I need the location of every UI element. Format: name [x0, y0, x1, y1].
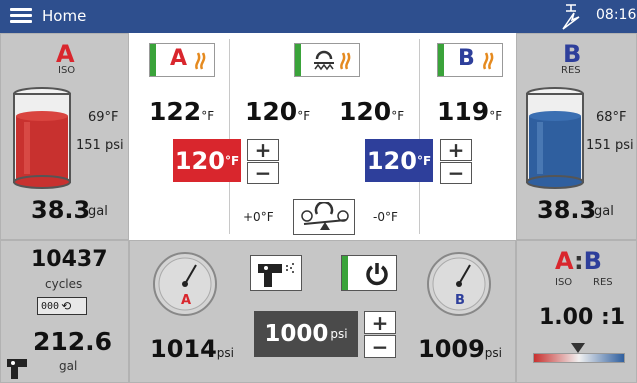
power-icon: [366, 263, 388, 286]
heater-a-status: [150, 44, 156, 76]
hose-icon: [314, 50, 334, 71]
pressure-b-readout: 1009psi: [418, 335, 502, 363]
tank-a-icon: [13, 87, 71, 189]
tank-b-panel[interactable]: B RES 68°F 151 psi 38.3 gal: [516, 33, 637, 240]
iso-label: ISO: [555, 277, 573, 288]
tank-b-volume-unit: gal: [594, 204, 614, 219]
heater-b-status: [438, 44, 444, 76]
menu-icon[interactable]: [10, 8, 32, 24]
divider: [419, 39, 420, 234]
temp-b-actual: 119°F: [437, 97, 503, 126]
spray-gun-icon: [258, 263, 294, 287]
gauge-a-letter: A: [181, 293, 192, 308]
heat-icon: [195, 52, 206, 70]
power-status: [342, 256, 348, 290]
setpoint-a[interactable]: 120 °F: [173, 139, 241, 182]
total-gallons: 212.6: [33, 327, 113, 356]
tank-a-panel[interactable]: A ISO 69°F 151 psi 38.3 gal: [0, 33, 129, 240]
heat-icon: [483, 52, 494, 70]
page-title: Home: [42, 7, 87, 25]
heater-b-letter: B: [458, 46, 475, 71]
res-label: RES: [593, 277, 613, 288]
tank-a-volume-unit: gal: [88, 204, 108, 219]
reset-icon: ⟲: [61, 299, 72, 313]
temp-hose-a-actual: 120°F: [245, 97, 311, 126]
setpoint-b-plus-button[interactable]: +: [440, 138, 472, 162]
setpoint-a-minus-button[interactable]: −: [247, 161, 279, 185]
heater-a-button[interactable]: A: [149, 43, 215, 77]
offset-a: +0°F: [243, 210, 274, 224]
temp-a-actual: 122°F: [149, 97, 215, 126]
hose-heat-button[interactable]: [294, 43, 360, 77]
ratio-bar: [533, 353, 625, 363]
setpoint-b[interactable]: 120 °F: [365, 139, 433, 182]
tank-a-temp: 69°F: [88, 110, 119, 125]
divider: [229, 39, 230, 234]
heat-icon: [340, 52, 351, 70]
reset-counter-button[interactable]: 000 ⟲: [37, 297, 87, 315]
network-icon[interactable]: [560, 3, 582, 31]
pressure-minus-button[interactable]: −: [364, 335, 396, 359]
pressure-panel: A B 1014psi 1009psi 1000 psi + −: [129, 240, 516, 383]
gallons-label: gal: [59, 359, 78, 373]
tank-b-pressure: 151 psi: [586, 138, 634, 153]
tank-a-volume: 38.3: [31, 196, 91, 224]
heater-a-letter: A: [170, 46, 188, 71]
heater-panel: A B 122°F 120°F 120°F 119°F 120 °F + − 1…: [129, 33, 516, 240]
setpoint-b-minus-button[interactable]: −: [440, 161, 472, 185]
gauge-b-letter: B: [455, 293, 465, 308]
ratio-letters: A:B: [555, 247, 602, 275]
tank-b-temp: 68°F: [596, 110, 627, 125]
tank-b-volume: 38.3: [537, 196, 597, 224]
temp-balance-button[interactable]: [293, 199, 355, 235]
res-letter: B: [563, 40, 582, 68]
balance-icon: [301, 202, 349, 230]
offset-b: -0°F: [373, 210, 398, 224]
gun-mode-button[interactable]: [250, 255, 302, 291]
heater-b-button[interactable]: B: [437, 43, 503, 77]
ratio-value: 1.00 :1: [539, 305, 626, 330]
hose-status: [295, 44, 301, 76]
spray-gun-icon: [7, 359, 27, 379]
iso-label: ISO: [58, 65, 76, 76]
counter-digits: 000: [41, 300, 60, 312]
clock: 08:16: [596, 7, 637, 23]
res-label: RES: [561, 65, 581, 76]
pressure-setpoint[interactable]: 1000 psi: [254, 311, 358, 357]
iso-letter: A: [56, 40, 75, 68]
cycle-count: 10437: [31, 247, 108, 272]
temp-hose-b-actual: 120°F: [339, 97, 405, 126]
cycles-label: cycles: [45, 277, 83, 291]
counter-panel[interactable]: 10437 cycles 000 ⟲ 212.6 gal: [0, 240, 129, 383]
power-button[interactable]: [341, 255, 397, 291]
tank-a-pressure: 151 psi: [76, 138, 124, 153]
pressure-a-readout: 1014psi: [150, 335, 234, 363]
ratio-indicator-icon: [571, 343, 585, 353]
ratio-panel[interactable]: A:B ISO RES 1.00 :1: [516, 240, 637, 383]
setpoint-a-plus-button[interactable]: +: [247, 138, 279, 162]
tank-b-icon: [526, 87, 584, 189]
pressure-plus-button[interactable]: +: [364, 311, 396, 335]
top-bar: Home 08:16: [0, 0, 637, 33]
